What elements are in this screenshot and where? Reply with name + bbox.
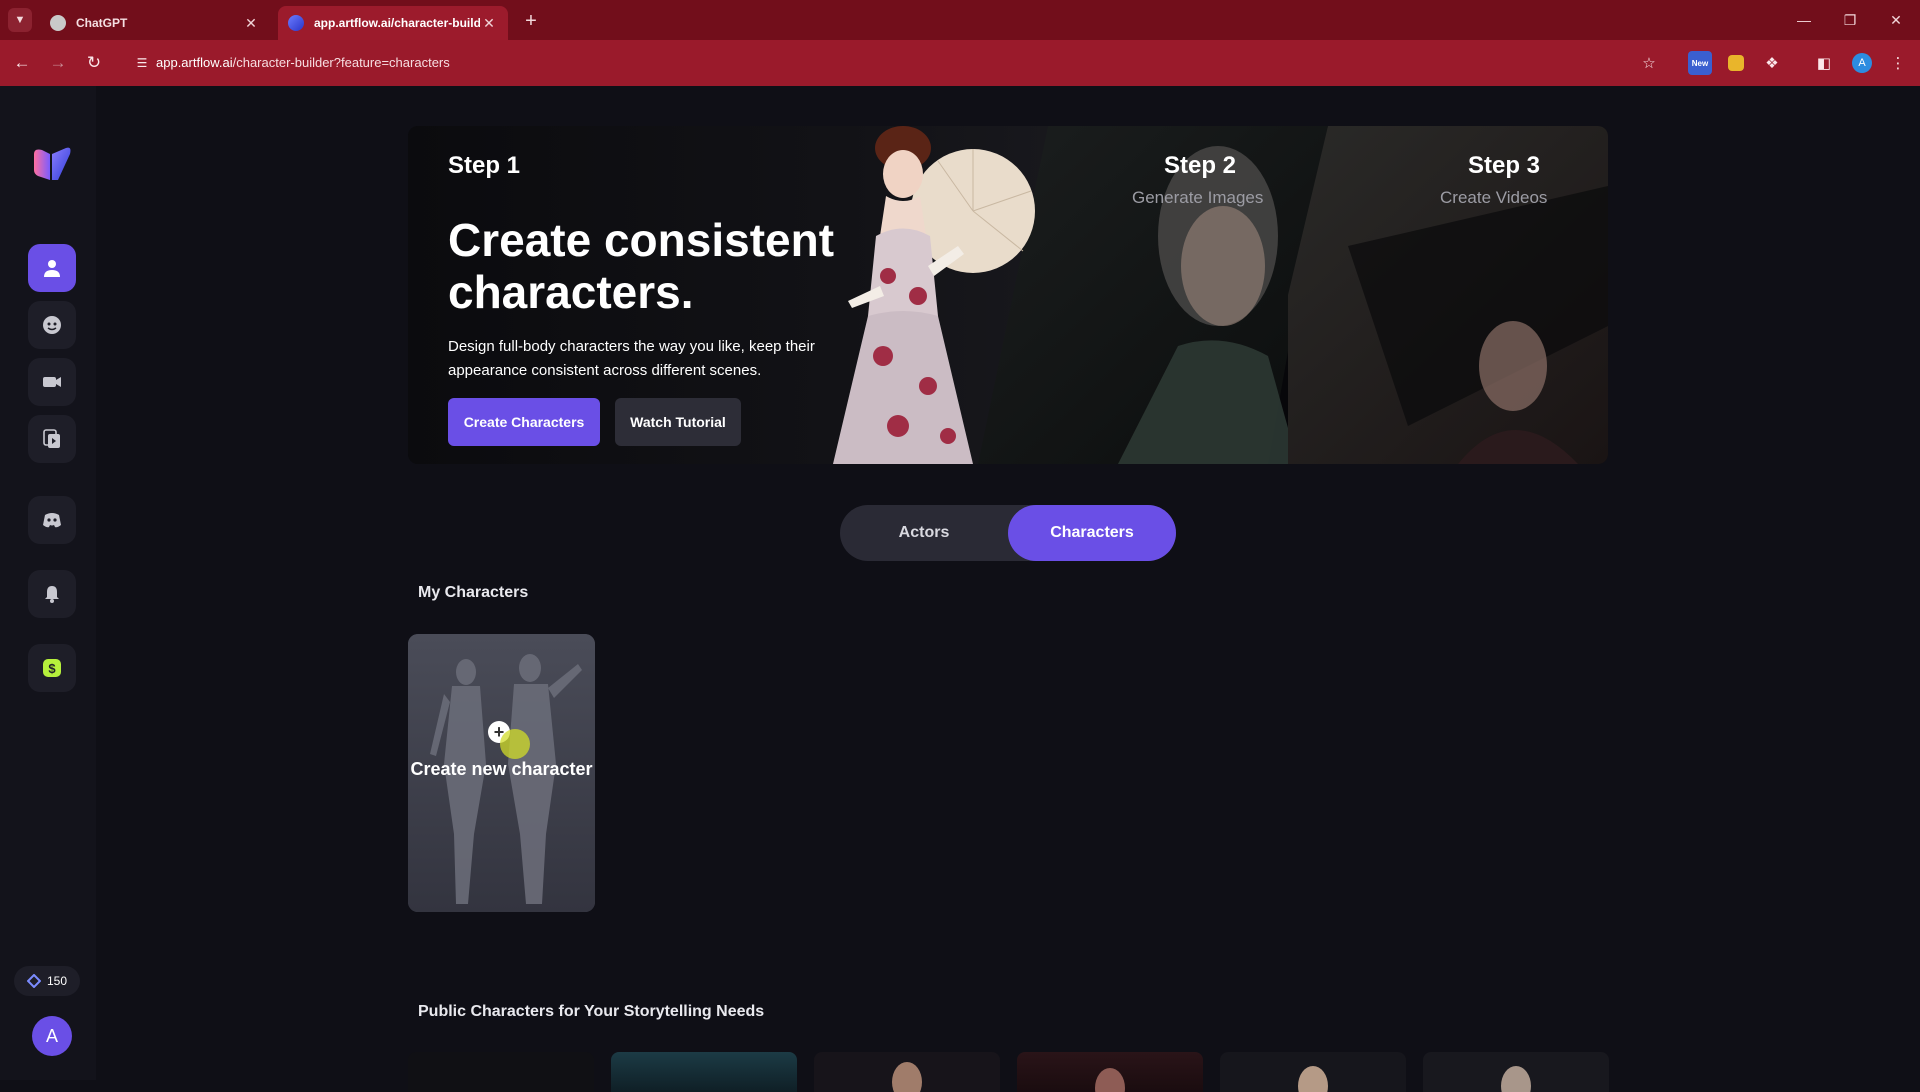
tab-title: app.artflow.ai/character-builder — [314, 16, 480, 30]
chatgpt-favicon-icon — [50, 15, 66, 31]
character-thumbnail — [1501, 1066, 1531, 1092]
url-path: /character-builder?feature=characters — [232, 55, 450, 70]
side-panel-icon[interactable]: ◧ — [1812, 51, 1836, 75]
my-characters-heading: My Characters — [418, 584, 529, 601]
credits-count: 150 — [46, 974, 68, 988]
artflow-app: $ 150 A Step 1 Create consistent charact… — [0, 86, 1920, 1092]
sidebar-item-video[interactable] — [28, 358, 76, 406]
sidebar-item-characters[interactable] — [28, 244, 76, 292]
extension-new-icon[interactable]: New — [1688, 51, 1712, 75]
tab-actors[interactable]: Actors — [840, 505, 1008, 561]
hero-description: Design full-body characters the way you … — [448, 338, 815, 379]
bell-icon — [45, 586, 59, 603]
browser-tab-strip: ▼ ChatGPT ✕ app.artflow.ai/character-bui… — [0, 0, 1920, 40]
profile-initial: A — [1858, 57, 1866, 69]
step1-label: Step 1 — [448, 152, 521, 179]
reload-icon[interactable]: ↻ — [80, 49, 108, 77]
forward-icon[interactable]: → — [44, 49, 72, 77]
artflow-logo-icon[interactable] — [32, 146, 72, 182]
bookmark-star-icon[interactable]: ☆ — [1637, 51, 1661, 75]
public-character-card[interactable] — [611, 1052, 797, 1092]
create-characters-button[interactable]: Create Characters — [448, 398, 600, 446]
browser-toolbar: ← → ↻ ☰ app.artflow.ai/character-builder… — [0, 40, 1920, 86]
svg-text:$: $ — [48, 661, 56, 676]
close-icon[interactable]: ✕ — [480, 14, 498, 32]
artflow-favicon-icon — [288, 15, 304, 31]
step3-label[interactable]: Step 3 — [1468, 152, 1540, 180]
sidebar-item-discord[interactable] — [28, 496, 76, 544]
extension-new-badge: New — [1691, 58, 1709, 68]
tab-artflow[interactable]: app.artflow.ai/character-builder ✕ — [278, 6, 508, 40]
step3-subtitle: Create Videos — [1440, 188, 1548, 207]
sidebar-item-image-generator[interactable] — [28, 301, 76, 349]
address-bar[interactable]: ☰ app.artflow.ai/character-builder?featu… — [124, 46, 1664, 80]
avatar[interactable]: A — [32, 1016, 72, 1056]
public-character-card[interactable] — [1017, 1052, 1203, 1092]
profile-avatar-icon[interactable]: A — [1852, 53, 1872, 73]
hero-banner: Step 1 Create consistent characters. Des… — [408, 126, 1608, 464]
sidebar-item-pricing[interactable]: $ — [28, 644, 76, 692]
actors-characters-toggle: Actors Characters — [840, 505, 1176, 561]
person-icon — [44, 260, 60, 277]
site-info-icon[interactable]: ☰ — [132, 53, 152, 73]
cursor-highlight — [500, 729, 530, 759]
character-thumbnail — [1298, 1066, 1328, 1092]
gem-icon — [26, 974, 41, 988]
step3-preview-image — [1288, 126, 1608, 464]
character-thumbnail — [892, 1062, 922, 1092]
media-library-icon — [43, 429, 60, 448]
public-character-card[interactable] — [814, 1052, 1000, 1092]
tab-search-button[interactable]: ▼ — [8, 8, 32, 32]
character-thumbnail — [1095, 1068, 1125, 1092]
window-close-icon[interactable]: ✕ — [1876, 6, 1916, 34]
new-tab-button[interactable]: + — [518, 8, 544, 34]
sidebar-item-notifications[interactable] — [28, 570, 76, 618]
credits-badge[interactable]: 150 — [14, 966, 80, 996]
back-icon[interactable]: ← — [8, 49, 36, 77]
avatar-initial: A — [45, 1025, 58, 1046]
tab-characters[interactable]: Characters — [1008, 505, 1176, 561]
hero-title: Create consistent characters. — [448, 214, 835, 318]
tab-title: ChatGPT — [76, 16, 128, 30]
watch-tutorial-button[interactable]: Watch Tutorial — [615, 398, 741, 446]
public-character-card[interactable] — [1220, 1052, 1406, 1092]
step2-label[interactable]: Step 2 — [1164, 152, 1236, 180]
sidebar-item-clips[interactable] — [28, 415, 76, 463]
minimize-icon[interactable]: — — [1784, 6, 1824, 34]
dollar-icon: $ — [43, 659, 61, 677]
extension-yellow-icon[interactable] — [1728, 55, 1744, 71]
public-character-card[interactable] — [408, 1052, 594, 1092]
close-icon[interactable]: ✕ — [242, 14, 260, 32]
discord-icon — [43, 513, 61, 528]
step2-subtitle: Generate Images — [1132, 188, 1264, 207]
video-camera-icon — [43, 377, 61, 387]
create-new-character-card[interactable]: + Create new character — [408, 634, 595, 912]
restore-icon[interactable]: ❐ — [1830, 6, 1870, 34]
sidebar: $ 150 A — [0, 86, 96, 1080]
create-card-label: Create new character — [410, 759, 593, 779]
public-character-card[interactable] — [1423, 1052, 1609, 1092]
face-icon — [43, 316, 61, 334]
extensions-puzzle-icon[interactable]: ❖ — [1760, 51, 1784, 75]
url-host: app.artflow.ai — [156, 55, 233, 70]
kebab-menu-icon[interactable]: ⋮ — [1886, 51, 1910, 75]
url-text[interactable]: app.artflow.ai/character-builder?feature… — [156, 55, 450, 70]
tab-chatgpt[interactable]: ChatGPT ✕ — [40, 6, 270, 40]
public-characters-heading: Public Characters for Your Storytelling … — [418, 1003, 765, 1020]
